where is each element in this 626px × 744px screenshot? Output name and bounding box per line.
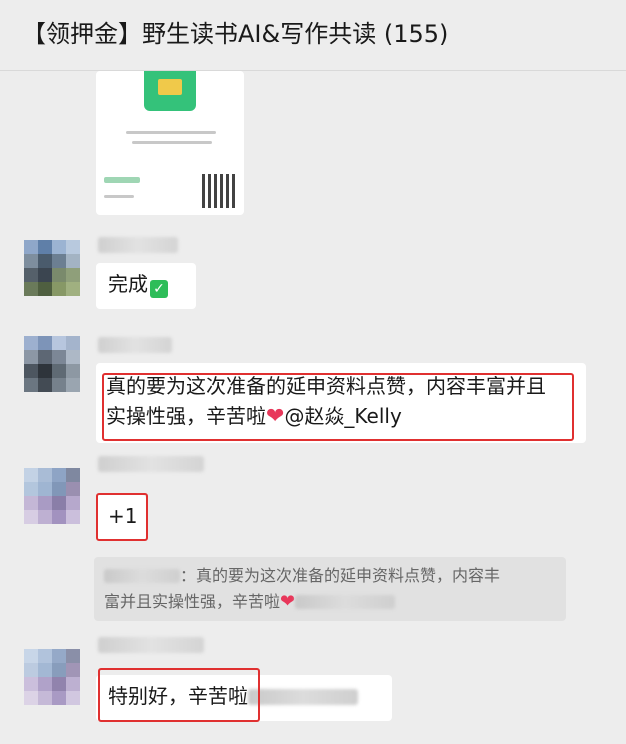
message-bubble[interactable]: 完成 ✓ <box>96 263 196 309</box>
check-mark-icon: ✓ <box>150 280 168 298</box>
qr-code <box>202 174 236 208</box>
quoted-nickname <box>104 569 180 583</box>
heart-icon: ❤ <box>280 591 296 612</box>
badge-graphic <box>144 71 196 111</box>
message-bubble[interactable]: +1 <box>96 495 146 541</box>
avatar[interactable] <box>24 336 80 392</box>
message-bubble[interactable]: 真的要为这次准备的延申资料点赞，内容丰富并且 实操性强，辛苦啦❤@赵焱_Kell… <box>96 363 586 443</box>
message-text: +1 <box>108 504 138 528</box>
nickname <box>98 637 204 653</box>
card-logo <box>104 177 140 183</box>
quote-text: 富并且实操性强，辛苦啦 <box>104 592 281 611</box>
message-bubble[interactable]: 特别好，辛苦啦 <box>96 675 392 721</box>
chat-title[interactable]: 【领押金】野生读书AI&写作共读 (155) <box>22 14 448 49</box>
message-text: 真的要为这次准备的延申资料点赞，内容丰富并且 <box>106 374 546 398</box>
message-text: 完成 <box>108 272 148 296</box>
avatar[interactable] <box>24 240 80 296</box>
nickname <box>98 237 178 253</box>
mention-link[interactable]: @赵焱_Kelly <box>284 404 401 428</box>
nickname <box>98 456 204 472</box>
avatar[interactable] <box>24 468 80 524</box>
quoted-mention <box>295 595 396 609</box>
chat-header: 【领押金】野生读书AI&写作共读 (155) <box>0 0 626 71</box>
shared-image-card[interactable] <box>96 71 244 215</box>
message-text: 实操性强，辛苦啦 <box>106 404 266 428</box>
avatar[interactable] <box>24 649 80 705</box>
message-text: 特别好，辛苦啦 <box>108 684 248 708</box>
nickname <box>98 337 172 353</box>
blurred-mention <box>248 689 358 705</box>
heart-icon: ❤ <box>266 404 285 429</box>
quoted-message[interactable]: ：真的要为这次准备的延申资料点赞，内容丰 富并且实操性强，辛苦啦❤ <box>94 557 566 621</box>
message-list[interactable]: 完成 ✓ 真的要为这次准备的延申资料点赞，内容丰富并且 实操性强，辛苦啦❤@赵焱_… <box>0 71 626 744</box>
quote-text: ：真的要为这次准备的延申资料点赞，内容丰 <box>180 566 501 585</box>
